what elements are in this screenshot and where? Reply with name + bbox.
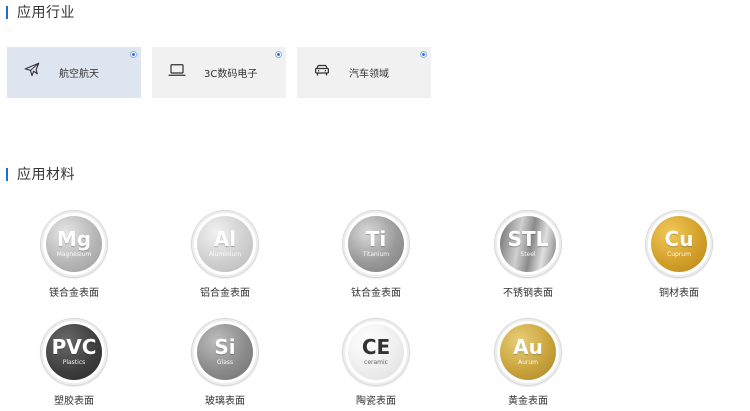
- material-steel[interactable]: STL Steel 不锈钢表面: [488, 211, 568, 303]
- radio-indicator: [420, 51, 427, 58]
- selected-radio-indicator: [130, 51, 137, 58]
- material-badge: Ti Titanium: [343, 211, 409, 277]
- material-caption: 不锈钢表面: [503, 288, 553, 299]
- material-caption: 塑胶表面: [54, 396, 94, 407]
- material-symbol: Al: [213, 227, 237, 251]
- industry-card-label: 3C数码电子: [204, 69, 258, 80]
- material-caption: 镁合金表面: [49, 288, 99, 299]
- material-badge: Al Aluminium: [192, 211, 258, 277]
- industry-card-aerospace[interactable]: 航空航天: [7, 47, 141, 98]
- material-symbol: Au: [513, 335, 543, 359]
- material-glass[interactable]: Si Glass 玻璃表面: [185, 319, 265, 411]
- material-caption: 铝合金表面: [200, 288, 250, 299]
- material-badge: PVC Plastics: [41, 319, 107, 385]
- material-name: Titanium: [362, 251, 390, 258]
- material-name: ceramic: [364, 359, 388, 366]
- airplane-icon: [24, 62, 40, 77]
- material-name: Aurum: [517, 359, 539, 366]
- material-magnesium[interactable]: Mg Magnesium 镁合金表面: [34, 211, 114, 303]
- material-gold[interactable]: Au Aurum 黄金表面: [488, 319, 568, 411]
- material-name: Glass: [216, 359, 234, 366]
- material-caption: 玻璃表面: [205, 396, 245, 407]
- materials-section-title: 应用材料: [6, 165, 75, 183]
- industry-card-automotive[interactable]: 汽车领域: [297, 47, 431, 98]
- industry-card-label: 汽车领域: [349, 69, 389, 80]
- laptop-icon: [168, 64, 186, 76]
- industry-title-text: 应用行业: [17, 5, 75, 21]
- materials-title-text: 应用材料: [17, 167, 75, 183]
- material-name: Cuprum: [667, 251, 691, 258]
- industry-section-title: 应用行业: [6, 3, 75, 21]
- material-symbol: STL: [507, 227, 549, 251]
- material-titanium[interactable]: Ti Titanium 钛合金表面: [336, 211, 416, 303]
- industry-card-label: 航空航天: [59, 69, 99, 80]
- industry-card-3c-electronics[interactable]: 3C数码电子: [152, 47, 286, 98]
- material-name: Plastics: [62, 359, 86, 366]
- material-badge: Mg Magnesium: [41, 211, 107, 277]
- material-symbol: Ti: [365, 227, 387, 251]
- material-caption: 铜材表面: [659, 288, 699, 299]
- material-caption: 钛合金表面: [351, 288, 401, 299]
- material-name: Steel: [520, 251, 536, 258]
- material-symbol: Cu: [664, 227, 694, 251]
- material-copper[interactable]: Cu Cuprum 铜材表面: [639, 211, 719, 303]
- material-caption: 黄金表面: [508, 396, 548, 407]
- material-badge: STL Steel: [495, 211, 561, 277]
- material-badge: Si Glass: [192, 319, 258, 385]
- title-accent-bar: [6, 167, 8, 181]
- material-name: Aluminium: [208, 251, 242, 258]
- material-plastics[interactable]: PVC Plastics 塑胶表面: [34, 319, 114, 411]
- material-caption: 陶瓷表面: [356, 396, 396, 407]
- material-name: Magnesium: [56, 251, 92, 258]
- material-symbol: Si: [214, 335, 236, 359]
- material-badge: Au Aurum: [495, 319, 561, 385]
- material-aluminium[interactable]: Al Aluminium 铝合金表面: [185, 211, 265, 303]
- material-ceramic[interactable]: CE ceramic 陶瓷表面: [336, 319, 416, 411]
- material-symbol: CE: [361, 335, 391, 359]
- material-badge: Cu Cuprum: [646, 211, 712, 277]
- car-icon: [315, 64, 329, 76]
- title-accent-bar: [6, 5, 8, 19]
- material-symbol: PVC: [51, 335, 97, 359]
- radio-indicator: [275, 51, 282, 58]
- material-badge: CE ceramic: [343, 319, 409, 385]
- material-symbol: Mg: [56, 227, 92, 251]
